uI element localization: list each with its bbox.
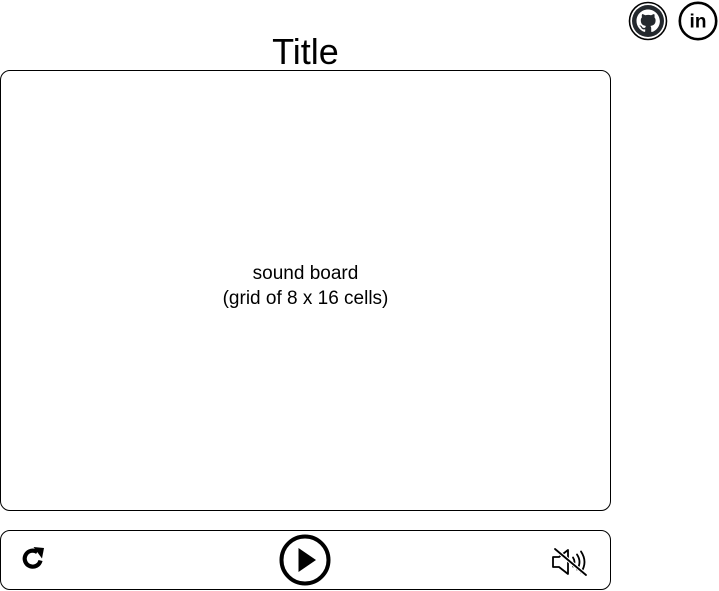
play-icon [279, 534, 331, 586]
linkedin-icon: in [678, 1, 718, 41]
mute-button[interactable] [551, 547, 591, 577]
linkedin-link[interactable]: in [678, 1, 718, 41]
play-button[interactable] [279, 534, 331, 586]
social-links: in [628, 1, 718, 41]
github-link[interactable] [628, 1, 668, 41]
mute-icon [552, 547, 588, 577]
reset-icon [22, 547, 44, 569]
sound-board-description: (grid of 8 x 16 cells) [222, 287, 389, 309]
sound-board[interactable]: sound board (grid of 8 x 16 cells) [0, 70, 611, 511]
page-title: Title [272, 31, 339, 72]
sound-board-placeholder: sound board (grid of 8 x 16 cells) [223, 261, 389, 311]
github-icon [628, 1, 668, 41]
page: in Title sound board (grid of 8 x 16 cel… [0, 0, 719, 591]
linkedin-label: in [690, 12, 707, 33]
reset-button[interactable] [19, 545, 47, 575]
sound-board-label: sound board [252, 262, 359, 284]
control-bar [0, 530, 611, 590]
